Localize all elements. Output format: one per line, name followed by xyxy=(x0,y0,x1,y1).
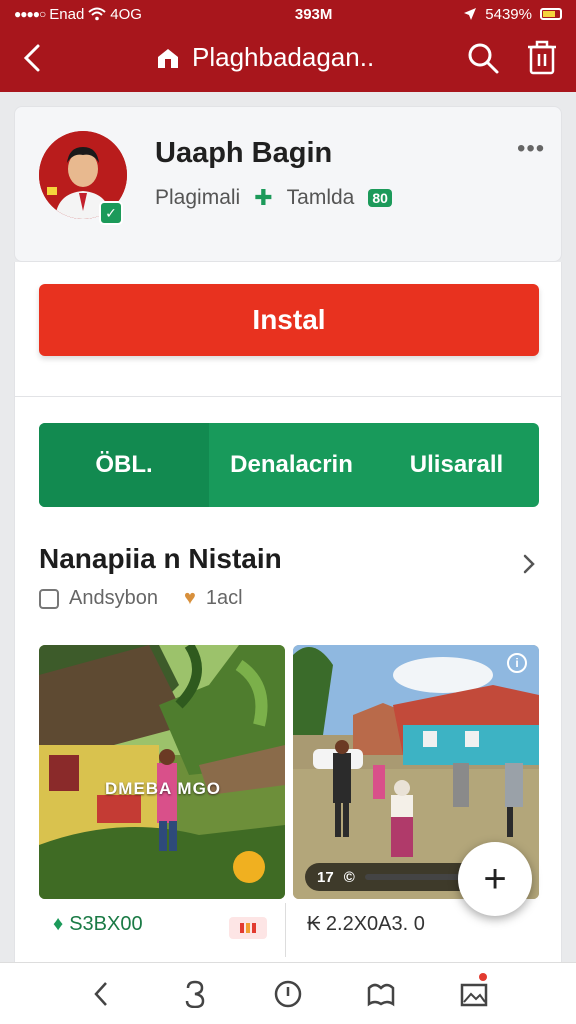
photo-watermark: DMEBA MGO xyxy=(105,779,222,798)
nav-home-icon[interactable] xyxy=(180,979,210,1009)
install-button[interactable]: Instal xyxy=(39,284,539,356)
calendar-icon xyxy=(39,588,59,609)
notification-dot xyxy=(478,972,487,981)
photo-village-house xyxy=(39,645,285,899)
signal-dots-icon: ●●●●○ xyxy=(14,7,46,21)
add-fab-button[interactable]: + xyxy=(458,842,532,916)
network-label: 4OG xyxy=(110,5,142,23)
section-title[interactable]: Nanapiia n Nistain xyxy=(39,543,282,575)
profile-location: Tamlda xyxy=(286,186,355,209)
verified-badge-icon: ✓ xyxy=(99,201,123,225)
chevron-right-icon[interactable] xyxy=(519,549,539,579)
tab-3[interactable]: Ulisarall xyxy=(374,423,539,507)
status-bar: ●●●●○ Enad 4OG 393M 5439% xyxy=(0,0,576,28)
media-counter: 17 xyxy=(317,868,334,886)
carrier-label: Enad xyxy=(49,5,85,23)
nav-compass-icon[interactable] xyxy=(273,979,303,1009)
profile-category: Plagimali xyxy=(155,186,241,209)
nav-gallery-icon[interactable] xyxy=(459,972,489,1009)
bottom-nav xyxy=(0,962,576,1024)
rating-badge: 80 xyxy=(368,189,392,207)
meta-author: Andsybon xyxy=(69,587,158,609)
header-title-group: Plaghbadagan.. xyxy=(156,42,374,73)
heart-icon[interactable]: ♥ xyxy=(184,587,196,610)
page-title: Plaghbadagan.. xyxy=(192,42,375,72)
plus-icon: ✚ xyxy=(254,185,273,210)
profile-name: Uaaph Bagin xyxy=(155,137,333,169)
tab-2[interactable]: Denalacrin xyxy=(209,423,374,507)
media-settings-icon[interactable]: © xyxy=(344,869,355,886)
clock: 393M xyxy=(294,5,333,23)
card-2-price: ₭ 2.2X0A3. 0 xyxy=(307,913,425,935)
nav-back-icon[interactable] xyxy=(87,979,117,1009)
photo-card[interactable]: DMEBA MGO xyxy=(39,645,285,899)
signal-bars-icon xyxy=(229,917,267,939)
tab-1[interactable]: ÖBL. xyxy=(39,423,209,507)
nav-book-icon[interactable] xyxy=(366,979,396,1009)
segmented-tabs: ÖBL. Denalacrin Ulisarall xyxy=(39,423,539,507)
app-header: Plaghbadagan.. xyxy=(0,28,576,92)
location-arrow-icon xyxy=(464,8,477,20)
card-1-price: ♦ S3BX00 xyxy=(53,913,143,936)
card-1-price-value: S3BX00 xyxy=(69,913,143,935)
battery-percent: 5439% xyxy=(485,5,532,23)
install-section: Instal xyxy=(14,262,562,396)
trash-icon[interactable] xyxy=(526,38,558,76)
search-icon[interactable] xyxy=(466,40,500,76)
meta-likes: 1acl xyxy=(205,587,243,609)
battery-icon xyxy=(540,8,562,20)
section-meta: Andsybon ♥ 1acl xyxy=(39,587,243,610)
price-tag-icon: ♦ xyxy=(53,913,64,935)
profile-card: ✓ Uaaph Bagin Plagimali ✚ Tamlda 80 ••• xyxy=(14,106,562,262)
more-options-icon[interactable]: ••• xyxy=(517,135,545,163)
home-icon xyxy=(158,48,178,68)
back-arrow-icon[interactable] xyxy=(18,40,48,76)
wifi-icon xyxy=(88,7,106,21)
info-icon[interactable]: i xyxy=(507,653,527,673)
profile-subtitle: Plagimali ✚ Tamlda 80 xyxy=(155,185,392,211)
card-divider xyxy=(285,903,286,957)
